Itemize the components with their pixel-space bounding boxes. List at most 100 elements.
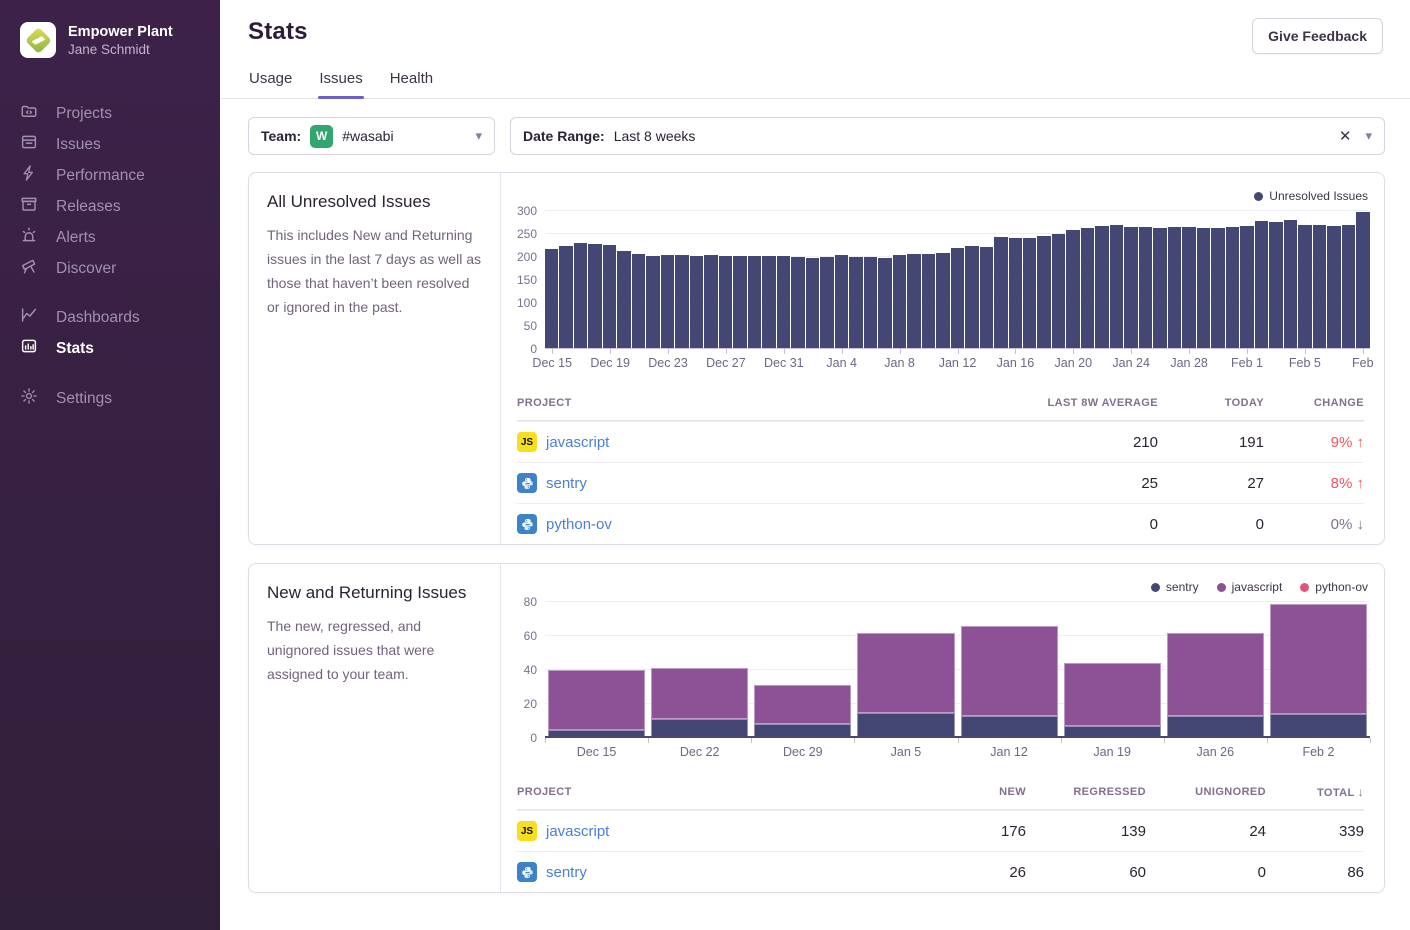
legend-label: Unresolved Issues [1269, 189, 1368, 203]
bar [835, 255, 848, 349]
x-tick-label: Jan 26 [1197, 745, 1235, 759]
new-returning-issues-table: PROJECTNEWREGRESSEDUNIGNOREDTOTAL↓ JS java… [517, 774, 1364, 892]
bar [849, 257, 862, 349]
project-link-python-ov[interactable]: python-ov [546, 516, 612, 533]
org-switcher[interactable]: Empower Plant Jane Schmidt [20, 22, 220, 58]
bar-group [545, 602, 648, 738]
plot: Dec 15Dec 22Dec 29Jan 5Jan 12Jan 19Jan 2… [545, 602, 1370, 738]
legend-label: sentry [1166, 580, 1199, 594]
bar [1298, 225, 1311, 349]
team-label: Team: [261, 128, 301, 144]
y-tick-label: 0 [530, 342, 537, 356]
bar [864, 257, 877, 349]
y-tick-label: 150 [517, 273, 537, 287]
tab-issues[interactable]: Issues [318, 70, 363, 98]
tab-health[interactable]: Health [389, 70, 434, 98]
value-cell: 25 [988, 475, 1158, 492]
bar [1023, 238, 1036, 349]
project-link-javascript[interactable]: javascript [546, 434, 609, 451]
clear-icon[interactable]: ✕ [1339, 127, 1352, 145]
legend-item-unresolved-issues[interactable]: Unresolved Issues [1254, 189, 1368, 203]
legend-item-python-ov[interactable]: python-ov [1300, 580, 1368, 594]
sidebar: Empower Plant Jane Schmidt Projects Issu… [0, 0, 220, 930]
table-header-row: PROJECTNEWREGRESSEDUNIGNOREDTOTAL↓ [517, 774, 1364, 810]
bar [980, 247, 993, 349]
sidebar-item-settings[interactable]: Settings [20, 383, 220, 414]
bar [951, 248, 964, 349]
sidebar-item-releases[interactable]: Releases [20, 191, 220, 222]
value-cell: 26 [906, 864, 1026, 881]
y-tick-label: 250 [517, 227, 537, 241]
project-cell: sentry [517, 473, 988, 493]
legend-item-javascript[interactable]: javascript [1217, 580, 1283, 594]
x-axis-spacer [507, 738, 1370, 768]
bar [632, 254, 645, 349]
sidebar-item-dashboards[interactable]: Dashboards [20, 302, 220, 333]
bar-segment-javascript [1064, 663, 1161, 726]
team-select[interactable]: Team: W #wasabi ▾ [248, 117, 495, 155]
table-row: JSjavascript17613924339 [517, 810, 1364, 851]
column-header-today: TODAY [1158, 397, 1264, 409]
value-cell: 60 [1026, 864, 1146, 881]
panel-title: New and Returning Issues [267, 583, 484, 603]
give-feedback-button[interactable]: Give Feedback [1252, 18, 1383, 54]
project-link-sentry[interactable]: sentry [546, 475, 587, 492]
bar [603, 245, 616, 349]
value-cell: 139 [1026, 823, 1146, 840]
legend-item-sentry[interactable]: sentry [1151, 580, 1199, 594]
legend-dot-icon [1254, 192, 1263, 201]
panel-title: All Unresolved Issues [267, 192, 484, 212]
x-tick [784, 349, 785, 354]
column-header-new: NEW [906, 786, 1026, 798]
legend-label: python-ov [1315, 580, 1368, 594]
bar [1269, 222, 1282, 349]
x-tick-label: Feb 1 [1231, 356, 1263, 370]
sidebar-item-label: Settings [56, 390, 112, 408]
legend-dot-icon [1300, 583, 1309, 592]
tab-usage[interactable]: Usage [248, 70, 293, 98]
project-cell: JSjavascript [517, 432, 988, 452]
value-cell: 86 [1266, 864, 1364, 881]
bar [617, 251, 630, 349]
column-header-total[interactable]: TOTAL↓ [1266, 785, 1364, 799]
column-header-regressed: REGRESSED [1026, 786, 1146, 798]
sidebar-item-issues[interactable]: Issues [20, 129, 220, 160]
x-tick [1189, 349, 1190, 354]
y-tick-label: 20 [524, 697, 537, 711]
project-link-sentry[interactable]: sentry [546, 864, 587, 881]
legend-dot-icon [1151, 583, 1160, 592]
x-tick [552, 349, 553, 354]
javascript-platform-icon: JS [517, 821, 537, 841]
value-cell: 0 [988, 516, 1158, 533]
sidebar-item-alerts[interactable]: Alerts [20, 222, 220, 253]
y-tick-label: 100 [517, 296, 537, 310]
column-header-project: PROJECT [517, 397, 988, 409]
x-tick-label: Jan 5 [891, 745, 922, 759]
x-tick [648, 738, 649, 743]
column-header-change: CHANGE [1264, 397, 1364, 409]
change-cell: 9% ↑ [1264, 434, 1364, 451]
sidebar-item-projects[interactable]: Projects [20, 98, 220, 129]
bar [806, 258, 819, 349]
bar [1009, 238, 1022, 349]
project-cell: python-ov [517, 514, 988, 534]
change-cell: 0% ↓ [1264, 516, 1364, 533]
panel-description: The new, regressed, and unignored issues… [267, 614, 484, 686]
sidebar-item-discover[interactable]: Discover [20, 253, 220, 284]
stacked-bar-series [545, 602, 1370, 738]
org-name: Empower Plant [68, 23, 173, 41]
bar [1356, 212, 1369, 349]
sidebar-item-stats[interactable]: Stats [20, 333, 220, 364]
project-link-javascript[interactable]: javascript [546, 823, 609, 840]
date-range-select[interactable]: Date Range: Last 8 weeks ✕ ▾ [510, 117, 1385, 155]
x-tick [1247, 349, 1248, 354]
page-title: Stats [248, 18, 308, 46]
sidebar-item-performance[interactable]: Performance [20, 160, 220, 191]
x-tick-label: Jan 20 [1055, 356, 1093, 370]
panel-description: This includes New and Returning issues i… [267, 223, 484, 319]
change-cell: 8% ↑ [1264, 475, 1364, 492]
bar [922, 254, 935, 349]
x-tick [958, 349, 959, 354]
x-tick-label: Dec 27 [706, 356, 746, 370]
stats-icon [20, 337, 38, 360]
